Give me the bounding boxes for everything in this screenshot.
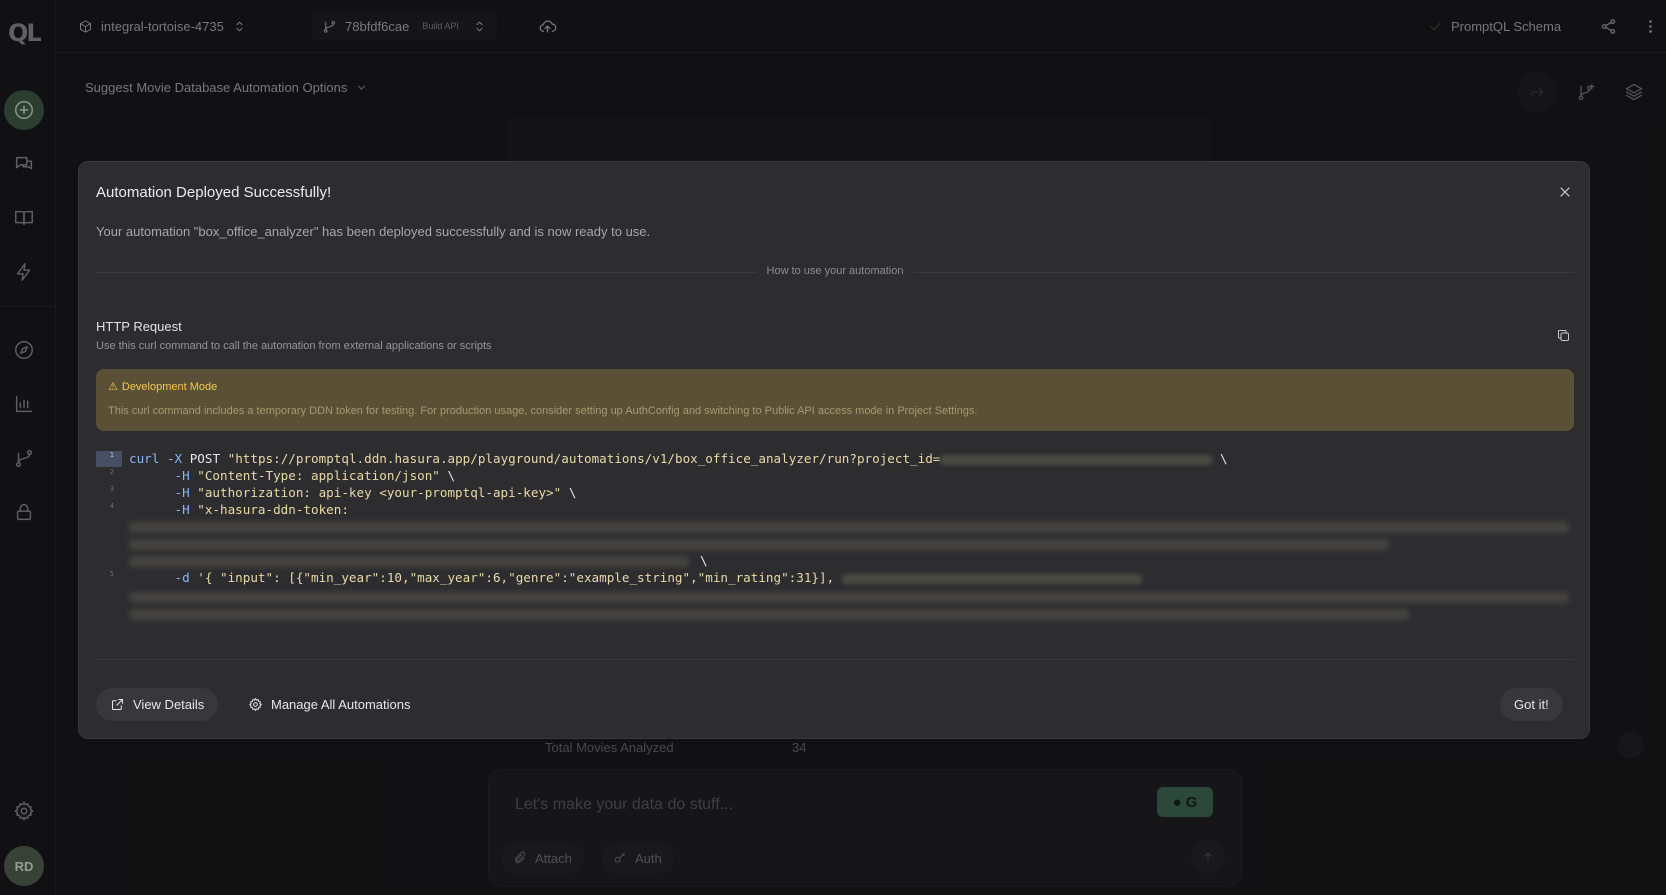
code-token: curl xyxy=(129,451,160,466)
http-request-title: HTTP Request xyxy=(96,319,182,334)
warning-text: This curl command includes a temporary D… xyxy=(108,405,978,417)
redacted-token-line xyxy=(129,522,1569,533)
app-root: QL RD integral-tortoise-4735 78bfdf6cae … xyxy=(0,0,1666,895)
redacted-token-line xyxy=(129,556,689,567)
http-request-subtitle: Use this curl command to call the automa… xyxy=(96,340,492,352)
code-token: \ xyxy=(447,468,456,483)
line-number: 4 xyxy=(109,502,114,510)
code-line-4: -H "x-hasura-ddn-token: xyxy=(129,502,349,517)
gear-icon xyxy=(249,698,262,711)
code-line-2: -H "Content-Type: application/json" \ xyxy=(129,468,456,483)
redacted-project-id xyxy=(940,454,1213,465)
copy-button[interactable] xyxy=(1553,325,1573,345)
code-line-5: -d '{ "input": [{"min_year":10,"max_year… xyxy=(129,570,1142,585)
code-token: \ xyxy=(700,553,708,568)
got-it-button[interactable]: Got it! xyxy=(1500,688,1563,721)
code-token: POST xyxy=(189,451,221,466)
code-token: -H xyxy=(174,468,190,483)
code-token: "authorization: api-key <your-promptql-a… xyxy=(197,485,562,500)
code-token: \ xyxy=(568,485,577,500)
line-number: 3 xyxy=(109,485,114,493)
deploy-success-modal: Automation Deployed Successfully! Your a… xyxy=(78,161,1590,739)
modal-description: Your automation "box_office_analyzer" ha… xyxy=(96,224,651,239)
external-link-icon xyxy=(112,699,123,710)
manage-automations-label: Manage All Automations xyxy=(271,697,411,712)
curl-code-block[interactable]: 1 2 3 4 5 curl -X POST "https://promptql… xyxy=(96,448,1574,628)
footer-divider xyxy=(96,659,1574,660)
redacted-token-line xyxy=(129,592,1569,603)
copy-icon xyxy=(1557,329,1569,341)
line-number: 5 xyxy=(109,570,114,578)
line-number: 2 xyxy=(109,468,114,476)
code-token: "https://promptql.ddn.hasura.app/playgro… xyxy=(227,451,941,466)
redacted-header xyxy=(841,573,1142,584)
code-token: \ xyxy=(1219,451,1228,466)
code-token: -d xyxy=(174,570,190,585)
divider-label-wrap: How to use your automation xyxy=(79,265,1591,284)
manage-automations-button[interactable]: Manage All Automations xyxy=(234,688,424,721)
code-token: "Content-Type: application/json" xyxy=(197,468,440,483)
divider-label: How to use your automation xyxy=(756,265,914,277)
code-token: -H xyxy=(174,502,190,517)
code-line-3: -H "authorization: api-key <your-promptq… xyxy=(129,485,577,500)
close-button[interactable] xyxy=(1553,180,1577,204)
warning-icon: ⚠ xyxy=(108,381,118,393)
warning-title-row: ⚠ Development Mode xyxy=(108,380,218,394)
development-mode-warning: ⚠ Development Mode This curl command inc… xyxy=(96,369,1574,431)
line-number: 1 xyxy=(96,451,122,467)
code-line-1: curl -X POST "https://promptql.ddn.hasur… xyxy=(129,451,1228,466)
code-token: -X xyxy=(166,451,183,466)
code-token: "x-hasura-ddn-token: xyxy=(197,502,349,517)
view-details-button[interactable]: View Details xyxy=(96,688,219,721)
got-it-label: Got it! xyxy=(1514,697,1549,712)
code-token: '{ "input": [{"min_year":10,"max_year":6… xyxy=(197,570,835,585)
view-details-label: View Details xyxy=(133,697,205,712)
close-icon xyxy=(1560,187,1570,197)
modal-title: Automation Deployed Successfully! xyxy=(96,184,332,201)
code-token: -H xyxy=(174,485,190,500)
redacted-token-line xyxy=(129,609,1409,620)
warning-title: Development Mode xyxy=(121,380,218,393)
redacted-token-line xyxy=(129,539,1389,550)
